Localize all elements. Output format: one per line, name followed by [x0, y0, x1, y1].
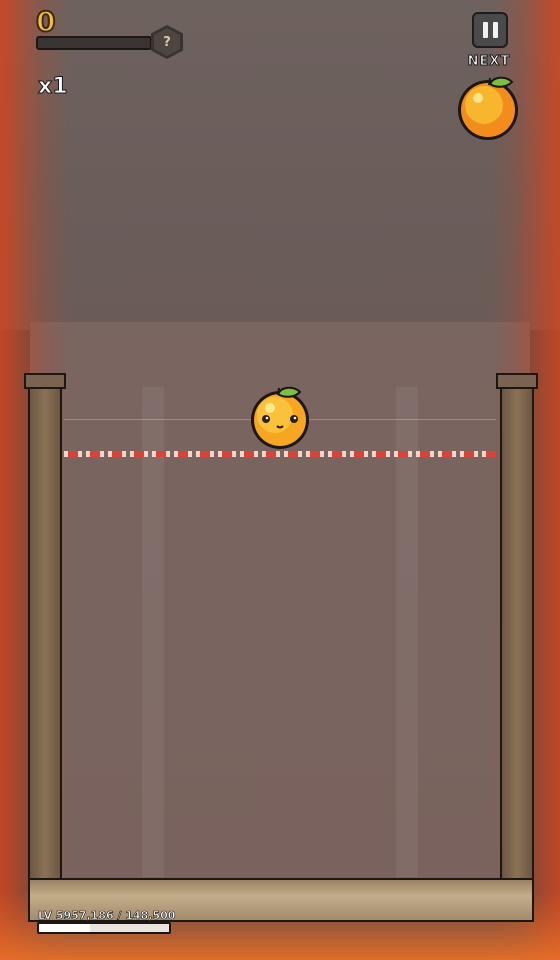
light-stripe [396, 387, 418, 877]
level-progress-fill [39, 924, 90, 932]
score-value: 0 [35, 5, 57, 39]
right-wall-cap [496, 373, 538, 389]
combo-multiplier: x1 [38, 74, 68, 100]
mystery-badge-label: ? [154, 28, 180, 56]
level-progress-text: LV 5957,186 / 148,500 [38, 909, 176, 923]
next-fruit-orange-icon [458, 76, 518, 140]
left-wall [28, 382, 62, 882]
light-stripe [142, 387, 164, 877]
level-progress-bar [37, 922, 171, 934]
next-label: NEXT [467, 54, 511, 70]
right-wall [500, 382, 534, 882]
left-wall-cap [24, 373, 66, 389]
score-progress-bar [36, 36, 152, 50]
pause-button[interactable] [472, 12, 508, 48]
orange-icon[interactable] [248, 382, 312, 452]
pause-icon-bar [492, 22, 498, 38]
pause-icon [482, 22, 488, 38]
